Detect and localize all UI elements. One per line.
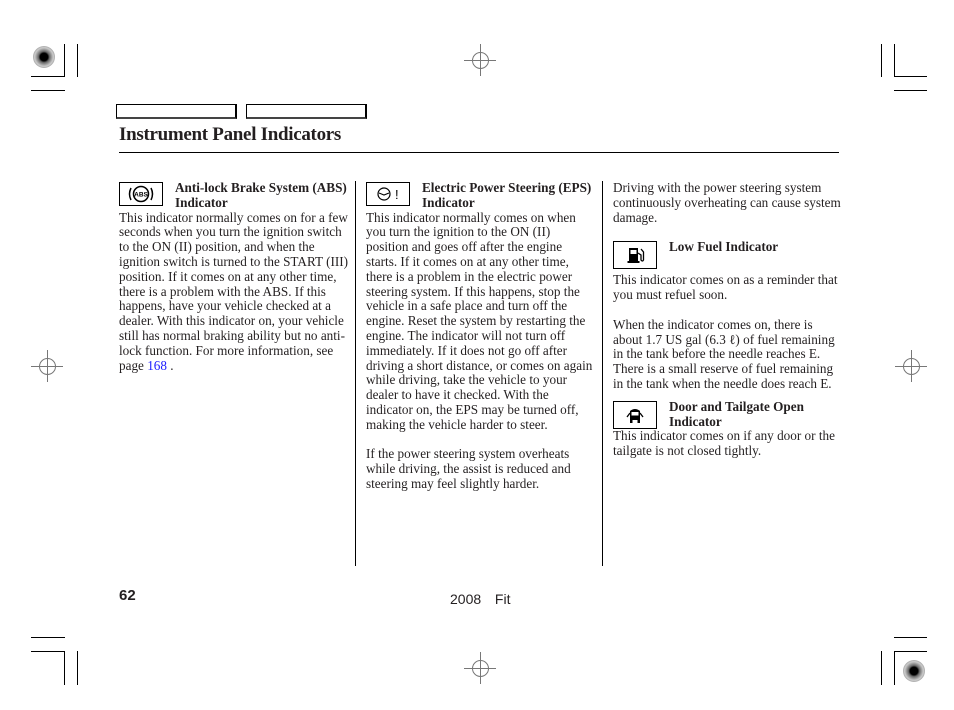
abs-warning-icon: ABS [119,182,163,206]
crop-mark [894,637,927,638]
crop-mark [64,44,65,77]
door-body: This indicator comes on if any door or t… [613,428,835,459]
crop-mark [31,90,65,91]
crop-mark [894,76,927,77]
crop-mark [894,44,895,77]
crop-mark [31,637,65,638]
crop-mark [894,651,895,685]
registration-star-icon [903,660,925,682]
abs-heading-row: ABS Anti-lock Brake System (ABS) Indicat… [119,180,351,211]
door-heading: Door and Tailgate Open Indicator [669,398,804,429]
title-rule [119,152,839,153]
eps-warning-continued: Driving with the power steering system c… [613,180,841,225]
column-eps: ! Electric Power Steering (EPS) Indicato… [366,180,596,492]
eps-body: This indicator normally comes on when yo… [366,209,593,432]
column-divider [602,181,603,566]
registration-target-icon [31,350,63,382]
fuel-body: This indicator comes on as a reminder th… [613,272,838,303]
crop-mark [894,90,927,91]
crop-mark [31,651,65,652]
door-open-icon [613,400,657,429]
registration-target-icon [464,44,496,76]
page-title: Instrument Panel Indicators [119,124,342,145]
svg-text:ABS: ABS [134,192,148,199]
registration-target-icon [464,652,496,684]
registration-star-icon [33,46,55,68]
eps-body-2: If the power steering system overheats w… [366,446,571,491]
eps-warning-icon: ! [366,182,410,206]
page-link[interactable]: 168 [147,358,167,373]
abs-body-end: . [166,357,174,373]
crop-mark [77,651,78,685]
abs-body-text: This indicator normally comes on for a f… [119,209,349,373]
column-divider [355,181,356,566]
crop-mark [31,76,65,77]
crop-mark [64,651,65,685]
fuel-body-2: When the indicator comes on, there is ab… [613,316,835,391]
svg-text:!: ! [395,187,399,202]
abs-body: This indicator normally comes on for a f… [119,209,351,374]
abs-heading: Anti-lock Brake System (ABS) Indicator [175,180,347,210]
crop-mark [881,651,882,685]
fuel-heading-row: Low Fuel Indicator [613,239,843,270]
column-fuel-door: Driving with the power steering system c… [613,180,843,459]
eps-heading: Electric Power Steering (EPS) Indicator [422,180,592,210]
crop-mark [77,44,78,77]
column-abs: ABS Anti-lock Brake System (ABS) Indicat… [119,180,351,374]
registration-target-icon [895,350,927,382]
eps-heading-row: ! Electric Power Steering (EPS) Indicato… [366,180,596,211]
nav-tab-2[interactable] [246,104,367,119]
page-number: 62 [119,587,136,604]
fuel-heading: Low Fuel Indicator [669,239,779,255]
crop-mark [894,651,927,652]
book-title: 2008 Fit [450,591,511,607]
crop-mark [881,44,882,77]
fuel-pump-icon [613,241,657,270]
nav-tab-1[interactable] [116,104,237,119]
door-heading-row: Door and Tailgate Open Indicator [613,398,843,430]
